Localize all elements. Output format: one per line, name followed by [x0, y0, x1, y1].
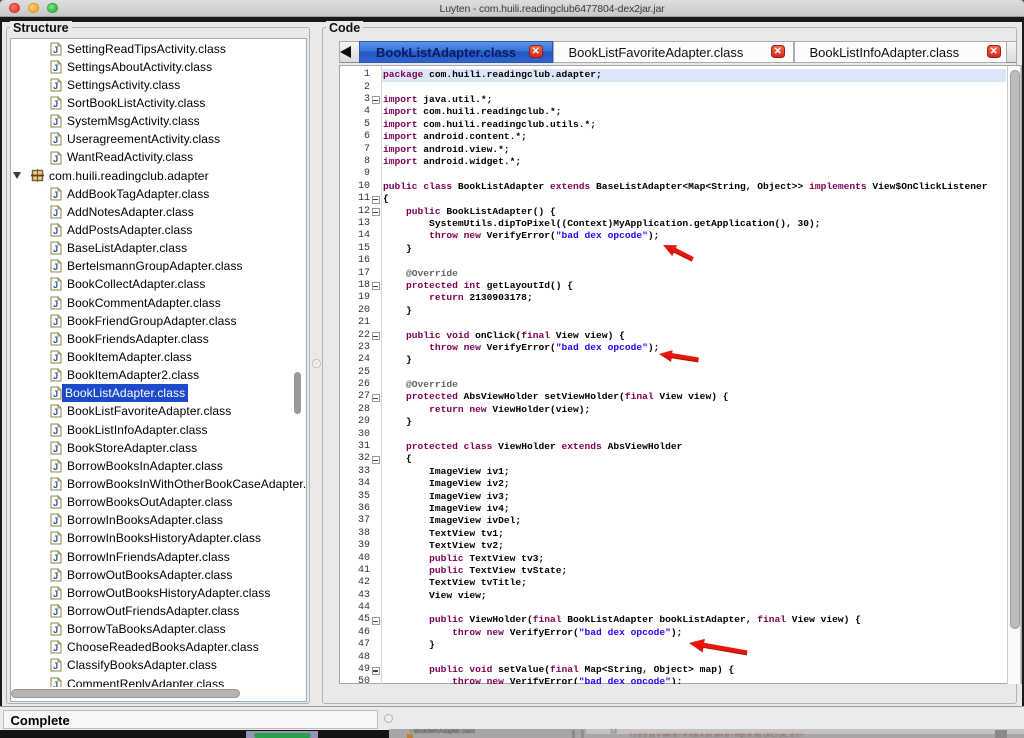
svg-text:J: J	[53, 389, 58, 399]
svg-text:J: J	[53, 63, 58, 73]
svg-text:J: J	[53, 589, 58, 599]
svg-text:J: J	[53, 135, 58, 145]
svg-text:J: J	[53, 444, 58, 454]
svg-text:J: J	[53, 498, 58, 508]
svg-text:J: J	[53, 208, 58, 218]
svg-text:J: J	[53, 99, 58, 109]
svg-text:J: J	[53, 462, 58, 472]
svg-text:J: J	[53, 571, 58, 581]
svg-text:J: J	[53, 534, 58, 544]
svg-text:J: J	[53, 262, 58, 272]
svg-text:J: J	[53, 480, 58, 490]
svg-text:J: J	[53, 280, 58, 290]
svg-text:J: J	[53, 299, 58, 309]
svg-text:J: J	[53, 625, 58, 635]
svg-text:J: J	[53, 661, 58, 671]
svg-text:J: J	[53, 353, 58, 363]
svg-text:J: J	[53, 317, 58, 327]
svg-text:J: J	[53, 335, 58, 345]
svg-text:J: J	[53, 154, 58, 164]
svg-text:J: J	[53, 45, 58, 55]
svg-text:J: J	[53, 190, 58, 200]
svg-text:J: J	[53, 516, 58, 526]
svg-text:J: J	[53, 407, 58, 417]
svg-text:J: J	[53, 426, 58, 436]
svg-text:J: J	[53, 117, 58, 127]
svg-text:J: J	[53, 244, 58, 254]
svg-text:J: J	[53, 371, 58, 381]
svg-text:J: J	[53, 226, 58, 236]
svg-text:J: J	[53, 680, 58, 687]
svg-text:J: J	[53, 643, 58, 653]
svg-text:J: J	[53, 553, 58, 563]
svg-text:J: J	[53, 607, 58, 617]
svg-text:J: J	[53, 81, 58, 91]
